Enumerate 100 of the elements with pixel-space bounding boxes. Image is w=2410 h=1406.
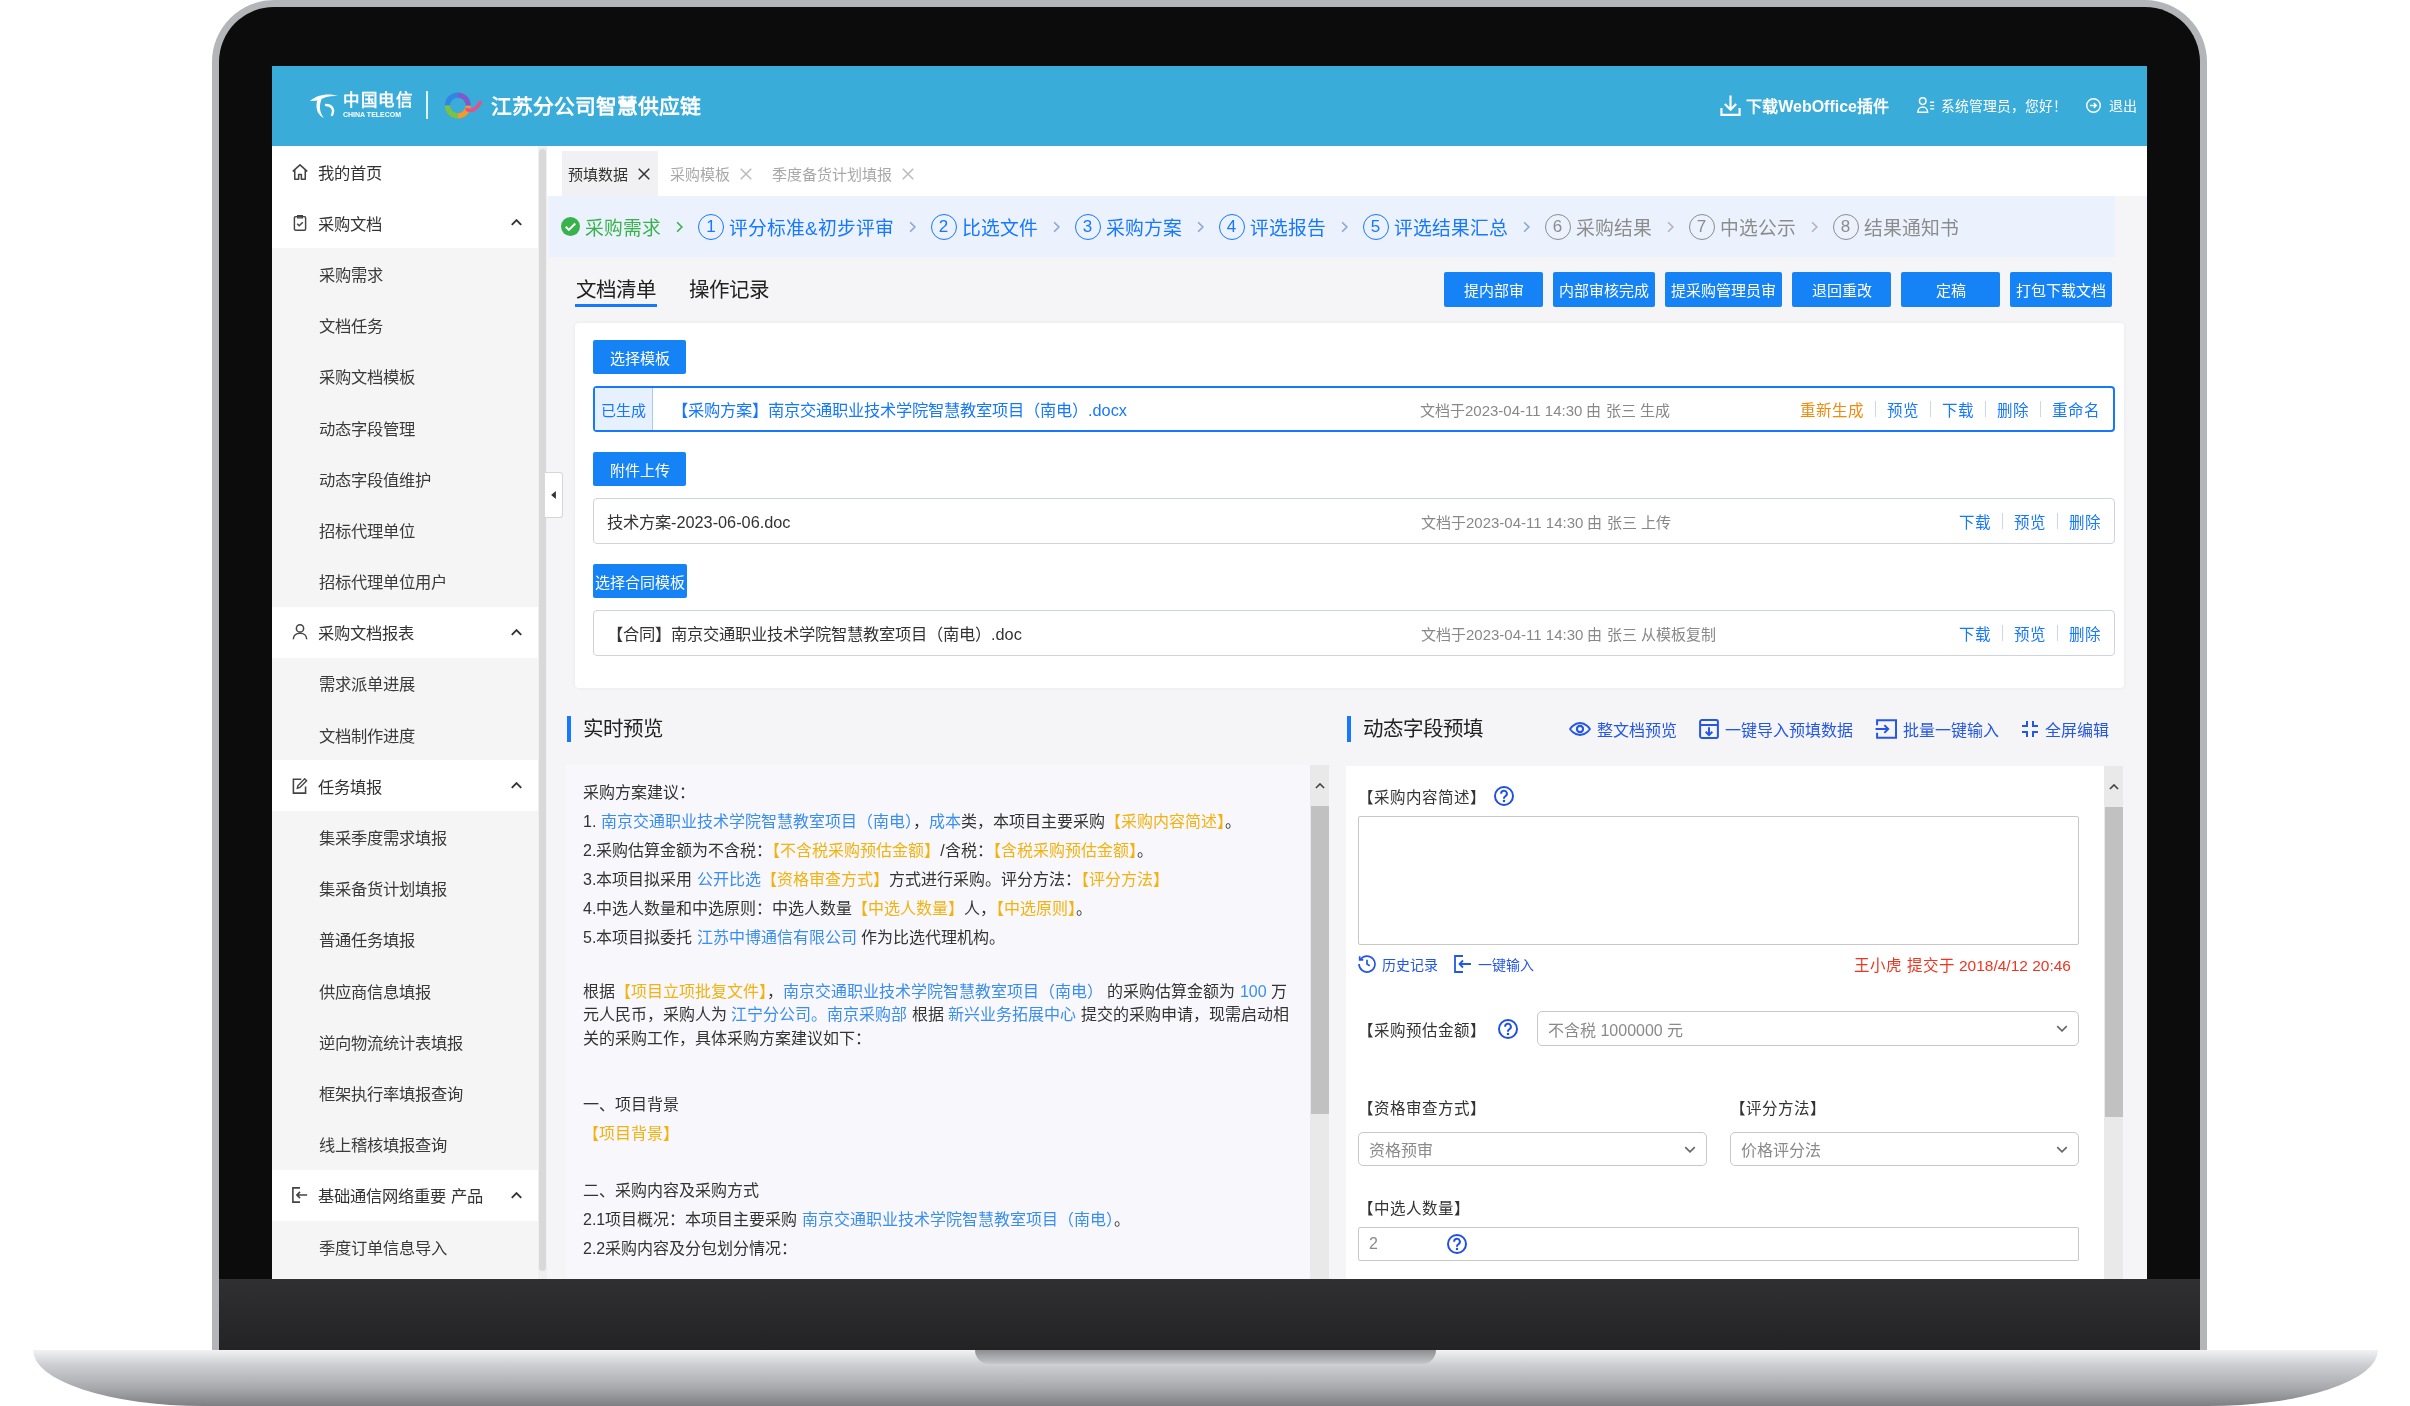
fill-link[interactable]: 一键输入 — [1454, 954, 1534, 974]
section-button[interactable]: 选择模板 — [593, 340, 686, 374]
action-button[interactable]: 提采购管理员审 — [1665, 272, 1782, 307]
history-link[interactable]: 历史记录 — [1358, 954, 1438, 974]
help-icon[interactable] — [1498, 1018, 1518, 1039]
step[interactable]: 4 评选报告 — [1218, 213, 1326, 240]
collapse-button[interactable] — [545, 472, 563, 518]
file-action-link[interactable]: 重命名 — [2041, 398, 2100, 420]
chevron-up-icon[interactable] — [1314, 782, 1325, 789]
scrollbar[interactable] — [538, 146, 547, 1279]
step[interactable]: 3 采购方案 — [1074, 213, 1182, 240]
file-action-link[interactable]: 下载 — [1948, 622, 2002, 644]
chevron-up-icon[interactable] — [511, 628, 522, 636]
file-row[interactable]: 技术方案-2023-06-06.doc 文档于2023-04-11 14:30 由 张三 上传 下载 预览 删除 — [593, 498, 2115, 544]
step[interactable]: 1 评分标准&初步评审 — [698, 213, 894, 240]
chevron-up-icon[interactable] — [511, 219, 522, 227]
step[interactable]: 5 评选结果汇总 — [1362, 213, 1508, 240]
field-label: 【中选人数量】 — [1358, 1199, 1470, 1218]
action-button[interactable]: 退回重改 — [1792, 272, 1891, 307]
scrollbar-thumb[interactable] — [539, 149, 546, 1271]
section-button[interactable]: 附件上传 — [593, 452, 686, 486]
scrollbar[interactable] — [2104, 766, 2123, 1279]
file-action-link[interactable]: 下载 — [1931, 398, 1985, 420]
person-icon — [1917, 97, 1935, 113]
file-action-link[interactable]: 下载 — [1948, 510, 2002, 532]
select-field[interactable]: 价格评分法 — [1730, 1132, 2079, 1166]
file-action-link[interactable]: 删除 — [2058, 622, 2101, 644]
clock-icon[interactable] — [1358, 955, 1376, 973]
nav-group[interactable]: 基础通信网络重要 产品 — [272, 1169, 538, 1221]
action-button[interactable]: 提内部审 — [1444, 272, 1543, 307]
app-title: 江苏分公司智慧供应链 — [490, 94, 701, 120]
step[interactable]: 2 比选文件 — [930, 213, 1038, 240]
file-action-link[interactable]: 重新生成 — [1789, 398, 1875, 420]
nav-group[interactable]: 任务填报 — [272, 760, 538, 812]
chevron-down-icon[interactable] — [2056, 1145, 2068, 1153]
tab[interactable]: 季度备货计划填报 — [766, 151, 922, 196]
chevron-down-icon[interactable] — [1684, 1145, 1696, 1153]
toolbar-link[interactable]: 整文档预览 — [1569, 717, 1677, 741]
close-icon[interactable] — [638, 167, 650, 180]
file-action-link[interactable]: 预览 — [2003, 622, 2057, 644]
section-button[interactable]: 选择合同模板 — [593, 564, 687, 598]
file-row[interactable]: 已生成 【采购方案】南京交通职业技术学院智慧教室项目（南电）.docx 文档于2023-04-11 14:30 由 张三 生成 重新生成 预览 下载 删除 重命名 — [593, 386, 2115, 432]
fullscreen-icon[interactable] — [2021, 720, 2039, 738]
chevron-up-icon[interactable] — [511, 782, 522, 790]
toolbar-link[interactable]: 批量一键输入 — [1875, 717, 1999, 741]
chevron-up-icon[interactable] — [2108, 783, 2119, 790]
file-action-link[interactable]: 删除 — [2058, 510, 2101, 532]
input-field[interactable]: 2 — [1358, 1227, 2079, 1261]
file-action-link[interactable]: 删除 — [1986, 398, 2040, 420]
file-action-link[interactable]: 预览 — [2003, 510, 2057, 532]
action-button[interactable]: 定稿 — [1901, 272, 2000, 307]
preview-line: 1. 南京交通职业技术学院智慧教室项目（南电），成本类，本项目主要采购【采购内容简述】。 — [583, 812, 1242, 832]
download-link[interactable]: 下载WebOffice插件 — [1720, 93, 1889, 117]
scrollbar-thumb[interactable] — [1310, 806, 1329, 1114]
toolbar-link[interactable]: 全屏编辑 — [2021, 717, 2109, 741]
chevron-up-icon[interactable] — [511, 1191, 522, 1199]
tab[interactable]: 操作记录 — [688, 268, 770, 307]
action-button[interactable]: 打包下载文档 — [2010, 272, 2112, 307]
person-icon — [292, 624, 308, 641]
action-button[interactable]: 内部审核完成 — [1553, 272, 1655, 307]
chevron-right-icon — [1810, 220, 1818, 233]
submission-note: 王小虎 提交于 2018/4/12 20:46 — [1854, 956, 2071, 975]
nav-group[interactable]: 采购文档报表 — [272, 606, 538, 658]
file-name: 【采购方案】南京交通职业技术学院智慧教室项目（南电）.docx — [672, 400, 1127, 421]
field-label: 【采购预估金额】 — [1358, 1020, 1486, 1040]
arrow-into-box-icon[interactable] — [1875, 719, 1897, 739]
caret-left-icon[interactable] — [551, 491, 556, 499]
section-title: 实时预览 — [567, 716, 663, 742]
chevron-right-icon — [1196, 220, 1204, 233]
nav-group[interactable]: 采购文档 — [272, 197, 538, 249]
clipboard-icon — [292, 214, 308, 231]
field-label: 【资格审查方式】 — [1358, 1099, 1486, 1118]
preview-line: 3.本项目拟采用 公开比选【资格审查方式】方式进行采购。评分方法：【评分方法】 — [583, 870, 1170, 890]
chevron-down-icon[interactable] — [2056, 1025, 2068, 1032]
select-field[interactable]: 资格预审 — [1358, 1132, 1707, 1166]
preview-line: 2.1项目概况：本项目主要采购 南京交通职业技术学院智慧教室项目（南电）。 — [583, 1210, 1131, 1231]
chevron-right-icon — [1340, 220, 1348, 233]
tab[interactable]: 文档清单 — [575, 268, 657, 307]
select-field[interactable]: 不含税 1000000 元 — [1537, 1011, 2079, 1046]
preview-line: 采购方案建议： — [583, 783, 696, 803]
scrollbar-thumb[interactable] — [2104, 807, 2123, 1117]
file-action-link[interactable]: 预览 — [1876, 398, 1930, 420]
help-icon[interactable] — [1494, 786, 1514, 806]
toolbar-link[interactable]: 一键导入预填数据 — [1699, 717, 1853, 741]
home-link[interactable]: 我的首页 — [272, 146, 538, 198]
preview-paragraph: 根据【项目立项批复文件】，南京交通职业技术学院智慧教室项目（南电） 的采购估算金额为 100 万元人民币，采购人为 江宁分公司。南京采购部 根据 新兴业务拓展中心 提交的采购申请，现需启动相关的采购工作，具体采购方案建议如下： — [583, 982, 1290, 1049]
step[interactable]: 采购需求 — [561, 213, 661, 240]
chevron-right-icon — [908, 220, 916, 233]
tab[interactable]: 预填数据 — [562, 151, 658, 196]
greeting-text: 系统管理员，您好！ — [1941, 98, 2067, 115]
file-info: 文档于2023-04-11 14:30 由 张三 从模板复制 — [1421, 624, 1716, 644]
arrow-into-box-icon[interactable] — [1454, 955, 1472, 973]
tab[interactable]: 采购模板 — [664, 151, 760, 196]
preview-line: 二、采购内容及采购方式 — [583, 1181, 760, 1202]
download-icon[interactable] — [1720, 94, 1742, 116]
file-row[interactable]: 【合同】南京交通职业技术学院智慧教室项目（南电）.doc 文档于2023-04-11 14:30 由 张三 从模板复制 下载 预览 删除 — [593, 610, 2115, 656]
scrollbar[interactable] — [1310, 765, 1329, 1279]
logout-button[interactable]: 退出 — [2086, 95, 2137, 115]
help-icon[interactable] — [1446, 1234, 1467, 1254]
eye-icon[interactable] — [1569, 722, 1591, 736]
